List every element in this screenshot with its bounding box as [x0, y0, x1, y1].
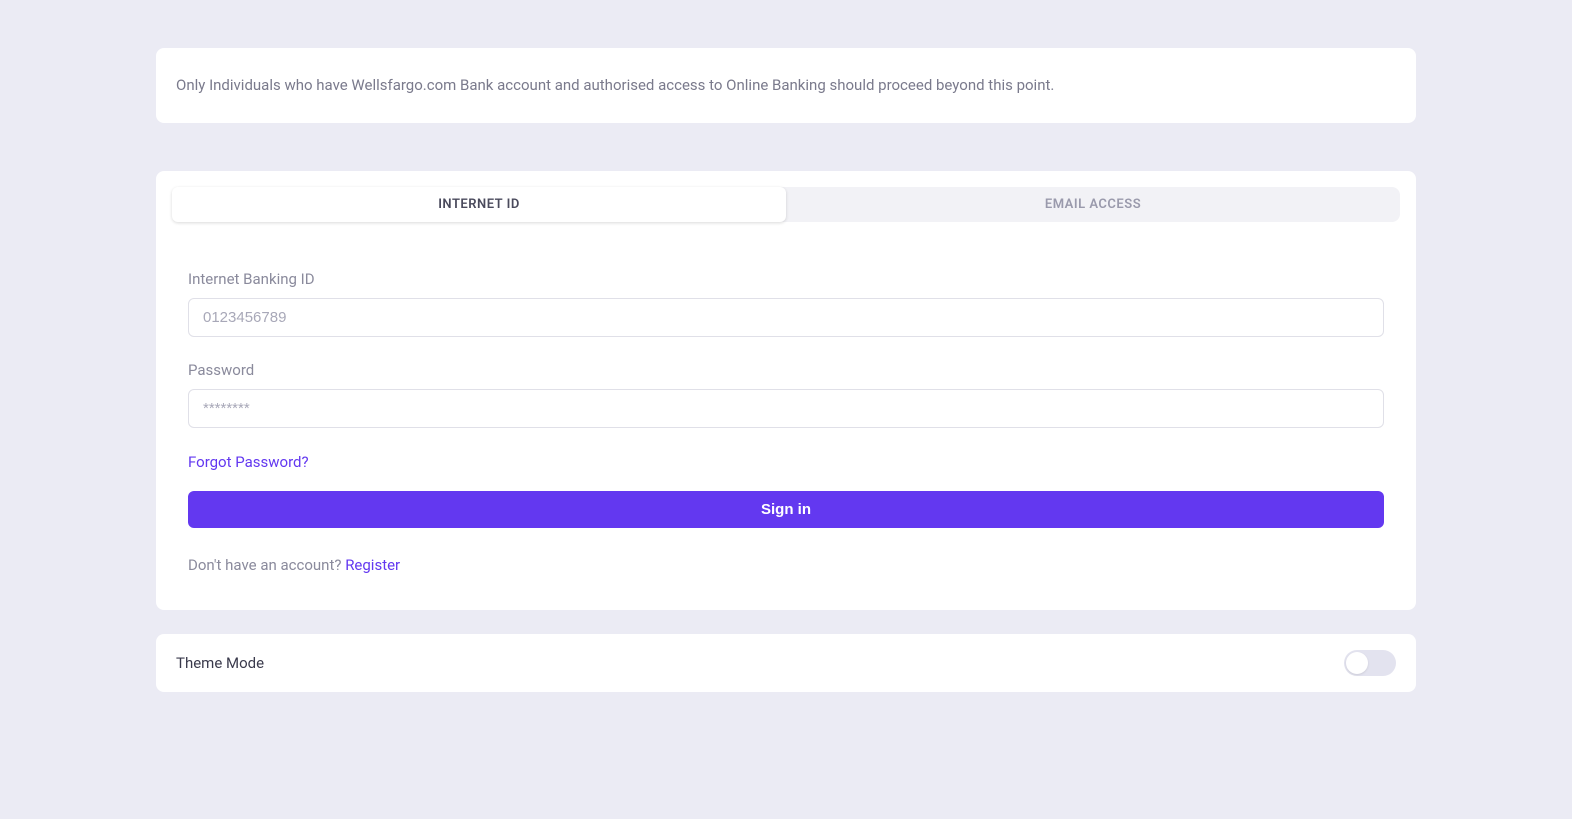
internet-banking-id-label: Internet Banking ID	[188, 270, 1384, 288]
password-label: Password	[188, 361, 1384, 379]
password-input[interactable]	[188, 389, 1384, 428]
theme-card: Theme Mode	[156, 634, 1416, 692]
tabs-container: INTERNET ID EMAIL ACCESS	[172, 187, 1400, 222]
notice-card: Only Individuals who have Wellsfargo.com…	[156, 48, 1416, 123]
register-link[interactable]: Register	[345, 556, 400, 574]
form-group-password: Password	[188, 361, 1384, 428]
notice-text: Only Individuals who have Wellsfargo.com…	[176, 74, 1396, 97]
toggle-knob	[1346, 652, 1368, 674]
register-row: Don't have an account? Register	[188, 556, 1384, 574]
theme-mode-label: Theme Mode	[176, 654, 264, 672]
sign-in-button[interactable]: Sign in	[188, 491, 1384, 528]
tab-internet-id[interactable]: INTERNET ID	[172, 187, 786, 222]
forgot-password-link[interactable]: Forgot Password?	[188, 453, 309, 471]
no-account-text: Don't have an account?	[188, 556, 345, 574]
tab-email-access[interactable]: EMAIL ACCESS	[786, 187, 1400, 222]
form-group-id: Internet Banking ID	[188, 270, 1384, 337]
theme-toggle[interactable]	[1344, 650, 1396, 676]
internet-banking-id-input[interactable]	[188, 298, 1384, 337]
login-card: INTERNET ID EMAIL ACCESS Internet Bankin…	[156, 171, 1416, 610]
form-section: Internet Banking ID Password Forgot Pass…	[172, 270, 1400, 574]
